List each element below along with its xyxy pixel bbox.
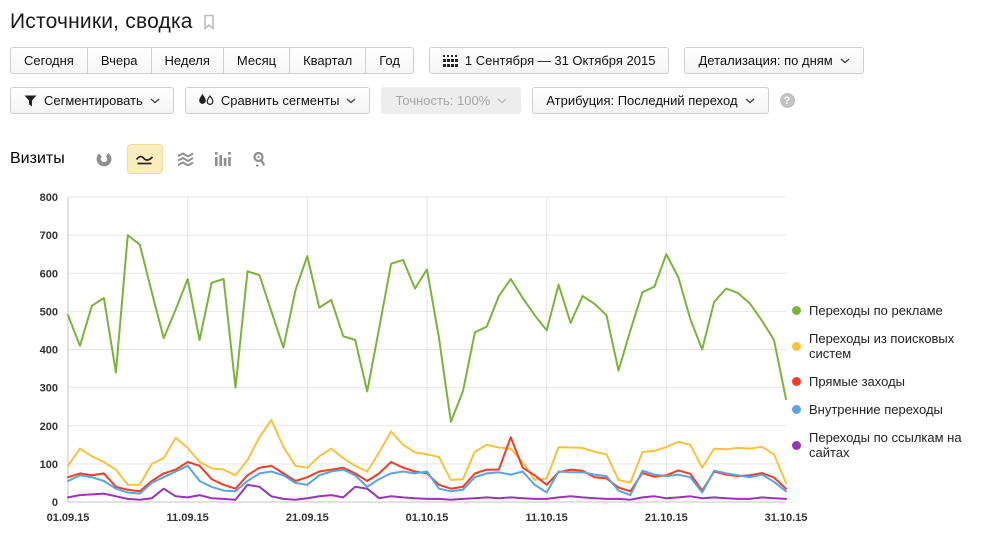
chevron-down-icon — [150, 98, 160, 104]
chart-type-map-button[interactable] — [246, 144, 274, 174]
range-quarter-button[interactable]: Квартал — [290, 47, 366, 74]
legend-label: Прямые заходы — [809, 374, 905, 389]
range-week-button[interactable]: Неделя — [152, 47, 224, 74]
pie-chart-icon — [96, 151, 112, 167]
range-yesterday-button[interactable]: Вчера — [88, 47, 152, 74]
stacked-area-icon — [177, 152, 194, 166]
line-chart-icon — [135, 153, 154, 166]
help-icon[interactable]: ? — [780, 93, 795, 108]
funnel-icon — [24, 95, 37, 107]
compare-segments-dropdown[interactable]: Сравнить сегменты — [185, 87, 371, 114]
detalization-dropdown[interactable]: Детализация: по дням — [684, 47, 863, 74]
svg-text:500: 500 — [40, 306, 58, 318]
accuracy-dropdown: Точность: 100% — [381, 87, 521, 114]
svg-text:31.10.15: 31.10.15 — [765, 512, 808, 524]
range-month-button[interactable]: Месяц — [224, 47, 290, 74]
legend-dot — [792, 441, 801, 450]
svg-text:700: 700 — [40, 230, 58, 242]
legend-dot — [792, 342, 801, 351]
bookmark-icon[interactable] — [203, 14, 215, 30]
svg-text:100: 100 — [40, 459, 58, 471]
svg-text:300: 300 — [40, 383, 58, 395]
date-range-label: 1 Сентября — 31 Октября 2015 — [465, 53, 656, 68]
column-chart-icon — [215, 152, 231, 166]
accuracy-label: Точность: 100% — [395, 93, 490, 108]
legend-item-internal[interactable]: Внутренние переходы — [792, 402, 1000, 417]
svg-text:21.09.15: 21.09.15 — [286, 512, 329, 524]
page-title: Источники, сводка — [10, 10, 193, 34]
legend-item-site-links[interactable]: Переходы по ссылкам на сайтах — [792, 430, 1000, 460]
svg-text:0: 0 — [52, 497, 58, 509]
svg-text:800: 800 — [40, 192, 58, 204]
chevron-down-icon — [840, 58, 850, 64]
legend-dot — [792, 306, 801, 315]
legend-label: Переходы по рекламе — [809, 303, 943, 318]
calendar-grid-icon — [443, 55, 458, 67]
legend-dot — [792, 405, 801, 414]
legend-item-search[interactable]: Переходы из поисковых систем — [792, 331, 1000, 361]
date-range-button[interactable]: 1 Сентября — 31 Октября 2015 — [429, 47, 670, 74]
chevron-down-icon — [497, 98, 507, 104]
chart-type-columns-button[interactable] — [209, 144, 237, 174]
legend-item-ads[interactable]: Переходы по рекламе — [792, 303, 1000, 318]
legend-label: Переходы по ссылкам на сайтах — [809, 430, 1000, 460]
legend-label: Переходы из поисковых систем — [809, 331, 1000, 361]
svg-text:200: 200 — [40, 421, 58, 433]
segment-toolbar: Сегментировать Сравнить сегменты Точност… — [10, 87, 795, 114]
chevron-down-icon — [745, 98, 755, 104]
chart-type-pie-button[interactable] — [90, 144, 118, 174]
svg-text:21.10.15: 21.10.15 — [645, 512, 688, 524]
chart-legend: Переходы по рекламе Переходы из поисковы… — [792, 303, 1000, 473]
date-toolbar: Сегодня Вчера Неделя Месяц Квартал Год 1… — [10, 47, 864, 74]
svg-text:600: 600 — [40, 268, 58, 280]
chart-type-line-button[interactable] — [127, 144, 163, 174]
svg-text:11.10.15: 11.10.15 — [526, 512, 568, 524]
legend-item-direct[interactable]: Прямые заходы — [792, 374, 1000, 389]
metric-row: Визиты — [10, 144, 274, 174]
attribution-label: Атрибуция: Последний переход — [546, 93, 737, 108]
legend-label: Внутренние переходы — [809, 402, 943, 417]
chevron-down-icon — [346, 98, 356, 104]
range-today-button[interactable]: Сегодня — [10, 47, 88, 74]
chart-type-stacked-button[interactable] — [172, 144, 200, 174]
quick-range-group: Сегодня Вчера Неделя Месяц Квартал Год — [10, 47, 414, 74]
svg-text:01.10.15: 01.10.15 — [406, 512, 449, 524]
drops-icon — [199, 94, 214, 107]
svg-text:400: 400 — [40, 345, 58, 357]
range-year-button[interactable]: Год — [366, 47, 414, 74]
compare-segments-label: Сравнить сегменты — [221, 93, 340, 108]
segment-dropdown[interactable]: Сегментировать — [10, 87, 174, 114]
svg-text:01.09.15: 01.09.15 — [47, 512, 90, 524]
metric-label: Визиты — [10, 150, 65, 168]
page-header: Источники, сводка — [10, 10, 215, 34]
legend-dot — [792, 377, 801, 386]
svg-text:11.09.15: 11.09.15 — [167, 512, 209, 524]
attribution-dropdown[interactable]: Атрибуция: Последний переход — [532, 87, 768, 114]
segment-label: Сегментировать — [44, 93, 143, 108]
map-pin-icon — [253, 152, 266, 167]
detalization-label: Детализация: по дням — [698, 53, 832, 68]
